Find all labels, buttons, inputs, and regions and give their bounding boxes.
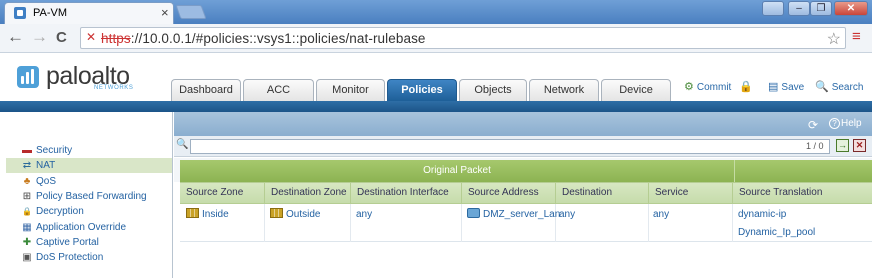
qos-icon: ♣ bbox=[23, 176, 31, 187]
app-override-icon: ▦ bbox=[22, 222, 32, 233]
col-source-address[interactable]: Source Address bbox=[461, 182, 555, 204]
tab-objects[interactable]: Objects bbox=[459, 79, 527, 101]
shield-icon: ▬ bbox=[22, 145, 32, 156]
sidebar-item-policy-based-forwarding[interactable]: ⊞ Policy Based Forwarding bbox=[20, 189, 172, 204]
cell-destination-address[interactable]: any bbox=[559, 208, 575, 222]
sidebar-item-captive-portal[interactable]: ✚ Captive Portal bbox=[20, 235, 172, 250]
translated-packet-header bbox=[734, 160, 872, 182]
clear-filter-button[interactable]: ✕ bbox=[853, 139, 866, 152]
cell-destination-interface[interactable]: any bbox=[356, 208, 372, 222]
header-band bbox=[0, 101, 872, 112]
save-icon: ▤ bbox=[768, 81, 779, 93]
sidebar-item-decryption[interactable]: 🔒 Decryption bbox=[20, 204, 172, 219]
sidebar-item-security[interactable]: ▬ Security bbox=[20, 143, 172, 158]
zone-icon bbox=[270, 208, 283, 218]
lock-icon: 🔒 bbox=[739, 81, 753, 93]
cell-source-translation[interactable]: dynamic-ip bbox=[738, 208, 786, 222]
filter-search-icon: 🔍 bbox=[176, 139, 189, 150]
help-icon: ? bbox=[829, 118, 840, 129]
cell-destination-zone[interactable]: Outside bbox=[270, 208, 320, 222]
commit-icon: ⚙ bbox=[684, 81, 694, 93]
tab-close-icon[interactable]: × bbox=[161, 5, 169, 20]
forward-icon[interactable]: → bbox=[31, 27, 48, 47]
cell-source-translation-pool[interactable]: Dynamic_Ip_pool bbox=[738, 226, 815, 240]
col-service[interactable]: Service bbox=[648, 182, 732, 204]
favicon-icon bbox=[14, 7, 26, 19]
dos-icon: ▣ bbox=[22, 252, 32, 263]
address-bar[interactable]: ✕ https://10.0.0.1/#policies::vsys1::pol… bbox=[80, 27, 846, 49]
insecure-lock-icon: ✕ bbox=[86, 30, 97, 44]
zone-icon bbox=[186, 208, 199, 218]
tab-dashboard[interactable]: Dashboard bbox=[171, 79, 241, 101]
nat-icon: ⇄ bbox=[22, 160, 32, 171]
profile-icon[interactable] bbox=[762, 1, 784, 16]
url-text: https://10.0.0.1/#policies::vsys1::polic… bbox=[101, 31, 426, 46]
forwarding-icon: ⊞ bbox=[22, 191, 32, 202]
save-button[interactable]: ▤ Save bbox=[768, 80, 804, 93]
browser-tab[interactable]: PA-VM × bbox=[4, 2, 174, 24]
tab-network[interactable]: Network bbox=[529, 79, 599, 101]
browser-toolbar: ← → C ✕ https://10.0.0.1/#policies::vsys… bbox=[0, 24, 872, 53]
paloalto-logo-icon bbox=[17, 66, 39, 88]
content-toolbar bbox=[174, 112, 872, 136]
col-destination-interface[interactable]: Destination Interface bbox=[350, 182, 461, 204]
col-destination-address[interactable]: Destination Address bbox=[555, 182, 648, 220]
sidebar-item-qos[interactable]: ♣ QoS bbox=[20, 174, 172, 189]
help-link[interactable]: ? Help bbox=[829, 118, 862, 129]
logo-subtitle: NETWORKS bbox=[94, 85, 134, 91]
original-packet-header: Original Packet bbox=[180, 160, 734, 182]
tab-monitor[interactable]: Monitor bbox=[316, 79, 385, 101]
new-tab-button[interactable] bbox=[175, 5, 207, 19]
filter-count: 1 / 0 bbox=[806, 141, 824, 151]
sidebar-item-dos-protection[interactable]: ▣ DoS Protection bbox=[20, 250, 172, 265]
minimize-button[interactable]: – bbox=[788, 1, 810, 16]
col-source-translation[interactable]: Source Translation bbox=[732, 182, 872, 204]
maximize-button[interactable]: ❐ bbox=[810, 1, 832, 16]
cell-source-address[interactable]: DMZ_server_Lan bbox=[467, 208, 560, 222]
content-empty-area bbox=[174, 242, 872, 278]
tab-policies[interactable]: Policies bbox=[387, 79, 457, 101]
cell-service[interactable]: any bbox=[653, 208, 669, 222]
bookmark-star-icon[interactable]: ☆ bbox=[827, 29, 841, 49]
search-button[interactable]: 🔍 Search bbox=[815, 80, 863, 93]
refresh-icon[interactable]: ⟳ bbox=[808, 118, 818, 132]
chrome-menu-icon[interactable]: ≡ bbox=[852, 28, 861, 45]
tab-device[interactable]: Device bbox=[601, 79, 671, 101]
lock-icon: 🔒 bbox=[22, 207, 32, 216]
apply-filter-button[interactable]: → bbox=[836, 139, 849, 152]
search-icon: 🔍 bbox=[815, 81, 829, 93]
cell-source-zone[interactable]: Inside bbox=[186, 208, 229, 222]
portal-icon: ✚ bbox=[22, 237, 32, 248]
col-destination-zone[interactable]: Destination Zone bbox=[264, 182, 350, 204]
sidebar-item-application-override[interactable]: ▦ Application Override bbox=[20, 220, 172, 235]
browser-tab-title: PA-VM bbox=[33, 7, 68, 19]
filter-input[interactable] bbox=[190, 139, 830, 154]
commit-button[interactable]: ⚙ Commit bbox=[684, 80, 731, 93]
reload-icon[interactable]: C bbox=[56, 29, 67, 46]
close-window-button[interactable]: ✕ bbox=[834, 1, 868, 16]
tab-acc[interactable]: ACC bbox=[243, 79, 314, 101]
back-icon[interactable]: ← bbox=[7, 27, 24, 47]
address-object-icon bbox=[467, 208, 480, 218]
sidebar-item-nat[interactable]: ⇄ NAT bbox=[6, 158, 172, 173]
col-source-zone[interactable]: Source Zone bbox=[180, 182, 264, 204]
lock-config-button[interactable]: 🔒 bbox=[739, 80, 756, 93]
